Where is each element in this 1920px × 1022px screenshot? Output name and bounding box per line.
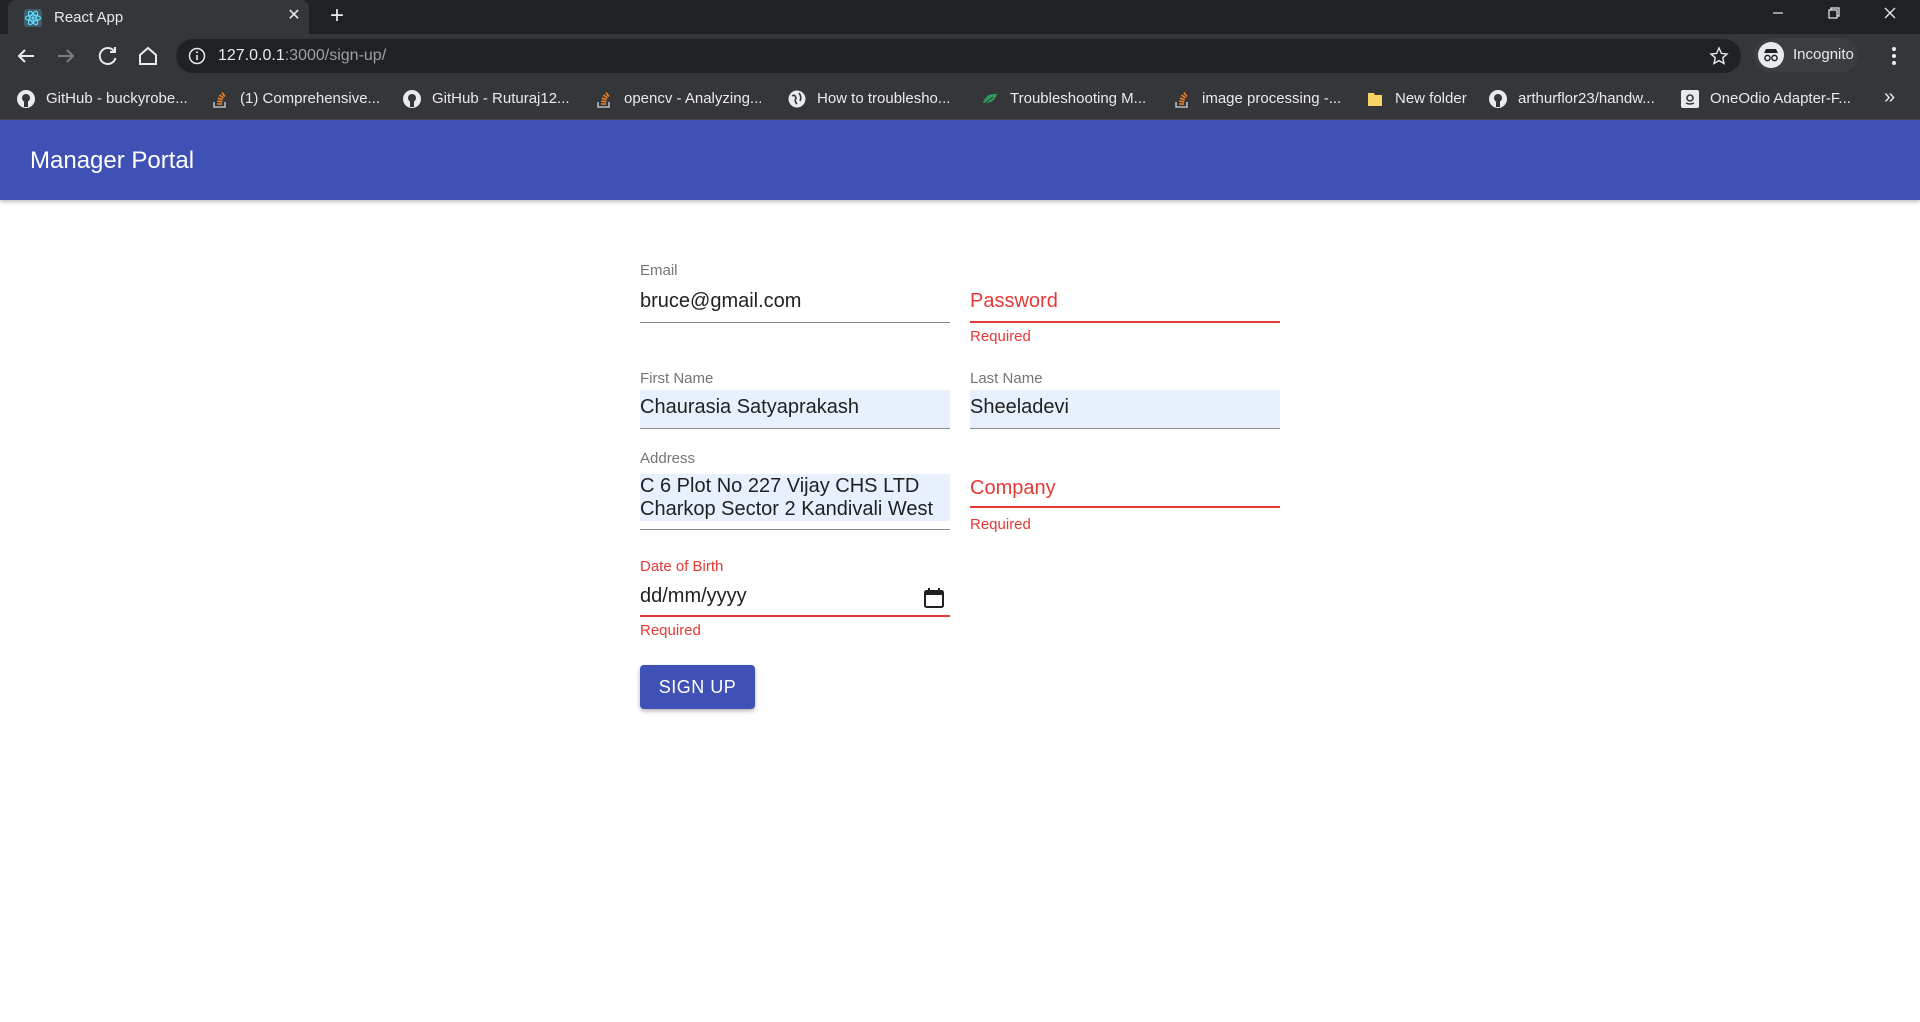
date-of-birth-field: Date of Birth dd/mm/yyyy Required [640, 558, 950, 643]
leaf-icon [983, 93, 997, 105]
date-of-birth-input[interactable]: dd/mm/yyyy [640, 580, 950, 617]
calendar-icon[interactable] [922, 586, 946, 610]
incognito-label: Incognito [1793, 46, 1854, 63]
home-icon[interactable] [134, 42, 162, 70]
forward-arrow-icon[interactable] [52, 42, 80, 70]
incognito-indicator[interactable]: Incognito [1754, 38, 1858, 72]
address-line-1: C 6 Plot No 227 Vijay CHS LTD [640, 474, 950, 498]
browser-toolbar: 127.0.0.1:3000/sign-up/ Incognito [0, 34, 1920, 78]
password-field: Password Required [970, 262, 1280, 347]
github-icon [17, 90, 35, 108]
globe-icon [788, 90, 806, 108]
minimize-icon[interactable] [1750, 0, 1806, 30]
date-of-birth-label: Date of Birth [640, 558, 724, 575]
address-line-2: Charkop Sector 2 Kandivali West [640, 498, 950, 521]
bookmark-label: GitHub - buckyrobe... [46, 90, 188, 107]
amazon-icon [1681, 90, 1699, 108]
first-name-label: First Name [640, 370, 714, 387]
url-path: :3000/sign-up/ [284, 47, 387, 64]
bookmark-label: image processing -... [1202, 90, 1342, 107]
react-icon [24, 9, 42, 27]
bookmark-label: OneOdio Adapter-F... [1710, 90, 1851, 107]
address-textarea[interactable]: C 6 Plot No 227 Vijay CHS LTD Charkop Se… [640, 474, 950, 530]
bookmarks-bar: GitHub - buckyrobe... (1) Comprehensive.… [0, 78, 1920, 120]
bookmark-label: GitHub - Ruturaj12... [432, 90, 570, 107]
bookmark-label: arthurflor23/handw... [1518, 90, 1655, 107]
first-name-input[interactable]: Chaurasia Satyaprakash [640, 390, 950, 429]
first-name-field: First Name Chaurasia Satyaprakash [640, 370, 950, 430]
stackoverflow-icon [213, 92, 226, 108]
last-name-field: Last Name Sheeladevi [970, 370, 1280, 430]
reload-icon[interactable] [94, 42, 122, 70]
email-label: Email [640, 262, 678, 279]
close-window-icon[interactable] [1862, 0, 1918, 30]
password-input[interactable]: Password [970, 284, 1280, 323]
kebab-menu-icon[interactable] [1880, 42, 1908, 70]
email-input[interactable]: bruce@gmail.com [640, 284, 950, 323]
stackoverflow-icon [1175, 92, 1188, 108]
bookmark-label: New folder [1395, 90, 1467, 107]
url-text[interactable]: 127.0.0.1:3000/sign-up/ [218, 47, 386, 65]
date-of-birth-error: Required [640, 622, 701, 639]
tab-title: React App [54, 9, 124, 26]
app-title: Manager Portal [30, 147, 195, 174]
date-of-birth-value: dd/mm/yyyy [640, 585, 747, 607]
company-error: Required [970, 516, 1031, 533]
address-label: Address [640, 450, 696, 467]
password-error: Required [970, 328, 1031, 345]
address-bar[interactable]: 127.0.0.1:3000/sign-up/ [176, 39, 1741, 73]
address-field: Address C 6 Plot No 227 Vijay CHS LTD Ch… [640, 450, 950, 530]
bookmark-label: Troubleshooting M... [1010, 90, 1147, 107]
bookmark-label: (1) Comprehensive... [240, 90, 381, 107]
app-bar: Manager Portal [0, 120, 1920, 200]
bookmarks-overflow-button[interactable]: » [1884, 86, 1895, 109]
bookmark-label: How to troublesho... [817, 90, 951, 107]
close-tab-icon[interactable]: ✕ [282, 4, 306, 28]
github-icon [403, 90, 421, 108]
browser-tab[interactable]: React App ✕ [8, 0, 309, 34]
browser-tab-strip: React App ✕ + [0, 0, 1920, 34]
github-icon [1489, 90, 1507, 108]
incognito-icon [1758, 42, 1784, 68]
bookmark-star-icon[interactable] [1709, 46, 1729, 66]
folder-icon [1368, 93, 1382, 106]
company-placeholder: Company [970, 477, 1056, 499]
bookmark-label: opencv - Analyzing... [624, 90, 763, 107]
company-field: Company Required [970, 450, 1280, 535]
new-tab-button[interactable]: + [322, 2, 352, 32]
restore-icon[interactable] [1806, 0, 1862, 30]
back-arrow-icon[interactable] [12, 42, 40, 70]
last-name-input[interactable]: Sheeladevi [970, 390, 1280, 429]
last-name-label: Last Name [970, 370, 1043, 387]
company-input[interactable]: Company [970, 474, 1280, 508]
url-host: 127.0.0.1 [218, 47, 285, 64]
stackoverflow-icon [597, 92, 610, 108]
sign-up-button[interactable]: SIGN UP [640, 665, 755, 709]
password-placeholder: Password [970, 290, 1058, 312]
email-field: Email bruce@gmail.com [640, 262, 950, 323]
info-icon[interactable] [188, 47, 206, 65]
